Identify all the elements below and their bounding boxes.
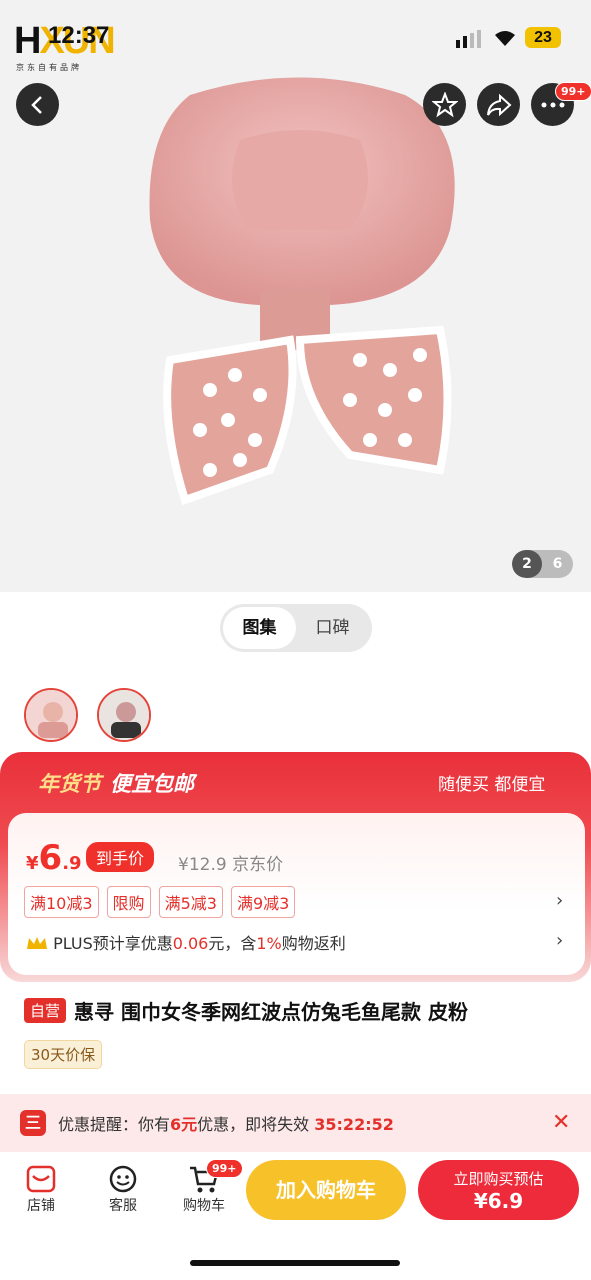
promo-free-shipping: 便宜包邮: [110, 773, 194, 796]
variant-thumbnail-1[interactable]: [24, 688, 78, 742]
promo-festival-label: 年货节: [38, 773, 101, 796]
battery-indicator: 23: [525, 27, 561, 48]
tab-gallery[interactable]: 图集: [223, 607, 296, 649]
variant-thumbnail-2[interactable]: [97, 688, 151, 742]
more-dots-icon: [541, 102, 564, 107]
plus-percent: 1%: [256, 934, 282, 953]
plus-rebate-row[interactable]: PLUS预计享优惠0.06元，含1%购物返利: [26, 930, 346, 954]
coupon-tag[interactable]: 满9减3: [230, 886, 296, 918]
coupon-tag[interactable]: 满10减3: [24, 886, 99, 918]
cart-badge: 99+: [206, 1159, 243, 1178]
tab-reviews[interactable]: 口碑: [296, 607, 369, 649]
buy-now-price: ¥6.9: [473, 1189, 524, 1213]
customer-service-icon: [109, 1165, 137, 1193]
store-label: 店铺: [27, 1198, 55, 1214]
image-counter-current: 2: [512, 550, 542, 578]
back-button[interactable]: [16, 83, 59, 126]
coupon-tag[interactable]: 满5减3: [158, 886, 223, 918]
product-title-row: 自营 惠寻 围巾女冬季网红波点仿兔毛鱼尾款 皮粉: [24, 996, 468, 1025]
signal-icon: [456, 30, 481, 48]
reminder-countdown: 35:22:52: [314, 1115, 394, 1134]
customer-service-label: 客服: [109, 1198, 137, 1214]
chevron-left-icon: [30, 95, 42, 114]
crown-icon: [27, 937, 47, 949]
store-button[interactable]: 店铺: [11, 1163, 71, 1215]
customer-service-button[interactable]: 客服: [93, 1163, 153, 1215]
plus-text-pre: PLUS预计享优惠: [53, 934, 173, 953]
product-title: 惠寻 围巾女冬季网红波点仿兔毛鱼尾款 皮粉: [74, 1000, 468, 1024]
final-price-tag: 到手价: [86, 842, 155, 872]
original-price-value: ¥12.9: [178, 855, 227, 875]
message-badge: 99+: [555, 82, 591, 101]
home-indicator[interactable]: [190, 1260, 400, 1266]
reminder-text: 优惠提醒：你有6元优惠，即将失效 35:22:52: [58, 1111, 394, 1135]
add-to-cart-button[interactable]: 加入购物车: [246, 1160, 406, 1220]
reminder-amount: 6元: [170, 1115, 198, 1134]
price-decimal: .9: [62, 853, 82, 874]
coupon-tag[interactable]: 限购: [106, 886, 151, 918]
status-bar: HXUN 京东自有品牌 12:37 23: [0, 0, 591, 72]
chevron-right-icon[interactable]: ›: [556, 930, 563, 951]
promo-slogan: 随便买 都便宜: [438, 775, 546, 795]
original-price-label: 京东价: [232, 855, 284, 875]
plus-amount: 0.06: [172, 934, 209, 953]
store-icon: [26, 1165, 56, 1193]
price-integer: 6: [38, 838, 63, 878]
favorite-button[interactable]: [423, 83, 466, 126]
reminder-post: 优惠，即将失效: [197, 1115, 310, 1134]
final-price: ¥6.9: [26, 838, 82, 878]
image-counter-total: 6: [552, 556, 563, 572]
price-guarantee-tag: 30天价保: [24, 1040, 103, 1069]
brand-subtitle: 京东自有品牌: [16, 63, 82, 72]
buy-now-button[interactable]: 立即购买预估 ¥6.9: [418, 1160, 579, 1220]
price-currency: ¥: [26, 853, 39, 874]
clock: 12:37: [48, 22, 110, 49]
chevron-right-icon[interactable]: ›: [556, 890, 563, 911]
plus-text-post: 购物返利: [281, 934, 346, 953]
discount-reminder-bar[interactable]: 三 优惠提醒：你有6元优惠，即将失效 35:22:52 ✕: [0, 1094, 591, 1152]
reminder-icon: 三: [20, 1110, 46, 1136]
wifi-icon: [495, 31, 515, 46]
star-icon: [431, 91, 458, 117]
close-icon[interactable]: ✕: [552, 1110, 570, 1135]
gallery-tabs: 图集 口碑: [220, 604, 372, 652]
coupon-tags[interactable]: 满10减3 限购 满5减3 满9减3: [24, 886, 296, 918]
original-price: ¥12.9 京东价: [178, 850, 283, 875]
reminder-label: 优惠提醒：你有: [58, 1115, 171, 1134]
self-operated-tag: 自营: [24, 998, 67, 1023]
buy-now-label: 立即购买预估: [453, 1170, 544, 1188]
share-button[interactable]: [477, 83, 520, 126]
share-icon: [486, 93, 511, 116]
plus-text-mid: 元，含: [208, 934, 257, 953]
image-counter: 2 6: [512, 550, 573, 578]
cart-label: 购物车: [183, 1198, 225, 1214]
